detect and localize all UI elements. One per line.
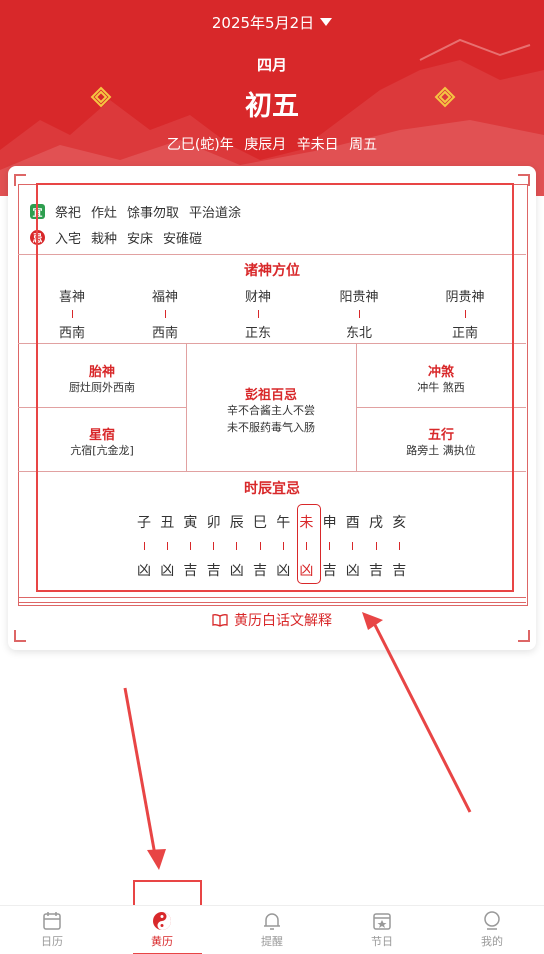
tab-label: 日历 <box>41 935 63 948</box>
tab-calendar[interactable]: 日历 <box>12 910 92 949</box>
calendar-icon <box>43 912 61 930</box>
tab-reminder[interactable]: 提醒 <box>232 910 312 949</box>
profile-icon <box>484 911 500 930</box>
bottom-tab-bar: 日历 黄历 提醒 节日 我的 <box>0 905 544 953</box>
tab-label: 节日 <box>371 935 393 948</box>
tab-profile[interactable]: 我的 <box>452 910 532 949</box>
tab-label: 提醒 <box>261 935 283 948</box>
festival-icon <box>373 913 391 930</box>
tab-label: 我的 <box>481 935 503 948</box>
tab-festival[interactable]: 节日 <box>342 910 422 949</box>
tab-label: 黄历 <box>151 935 173 948</box>
annotation-arrows <box>123 612 472 870</box>
tab-almanac[interactable]: 黄历 <box>122 910 202 949</box>
bell-icon <box>264 913 280 930</box>
yinyang-icon <box>153 912 171 930</box>
